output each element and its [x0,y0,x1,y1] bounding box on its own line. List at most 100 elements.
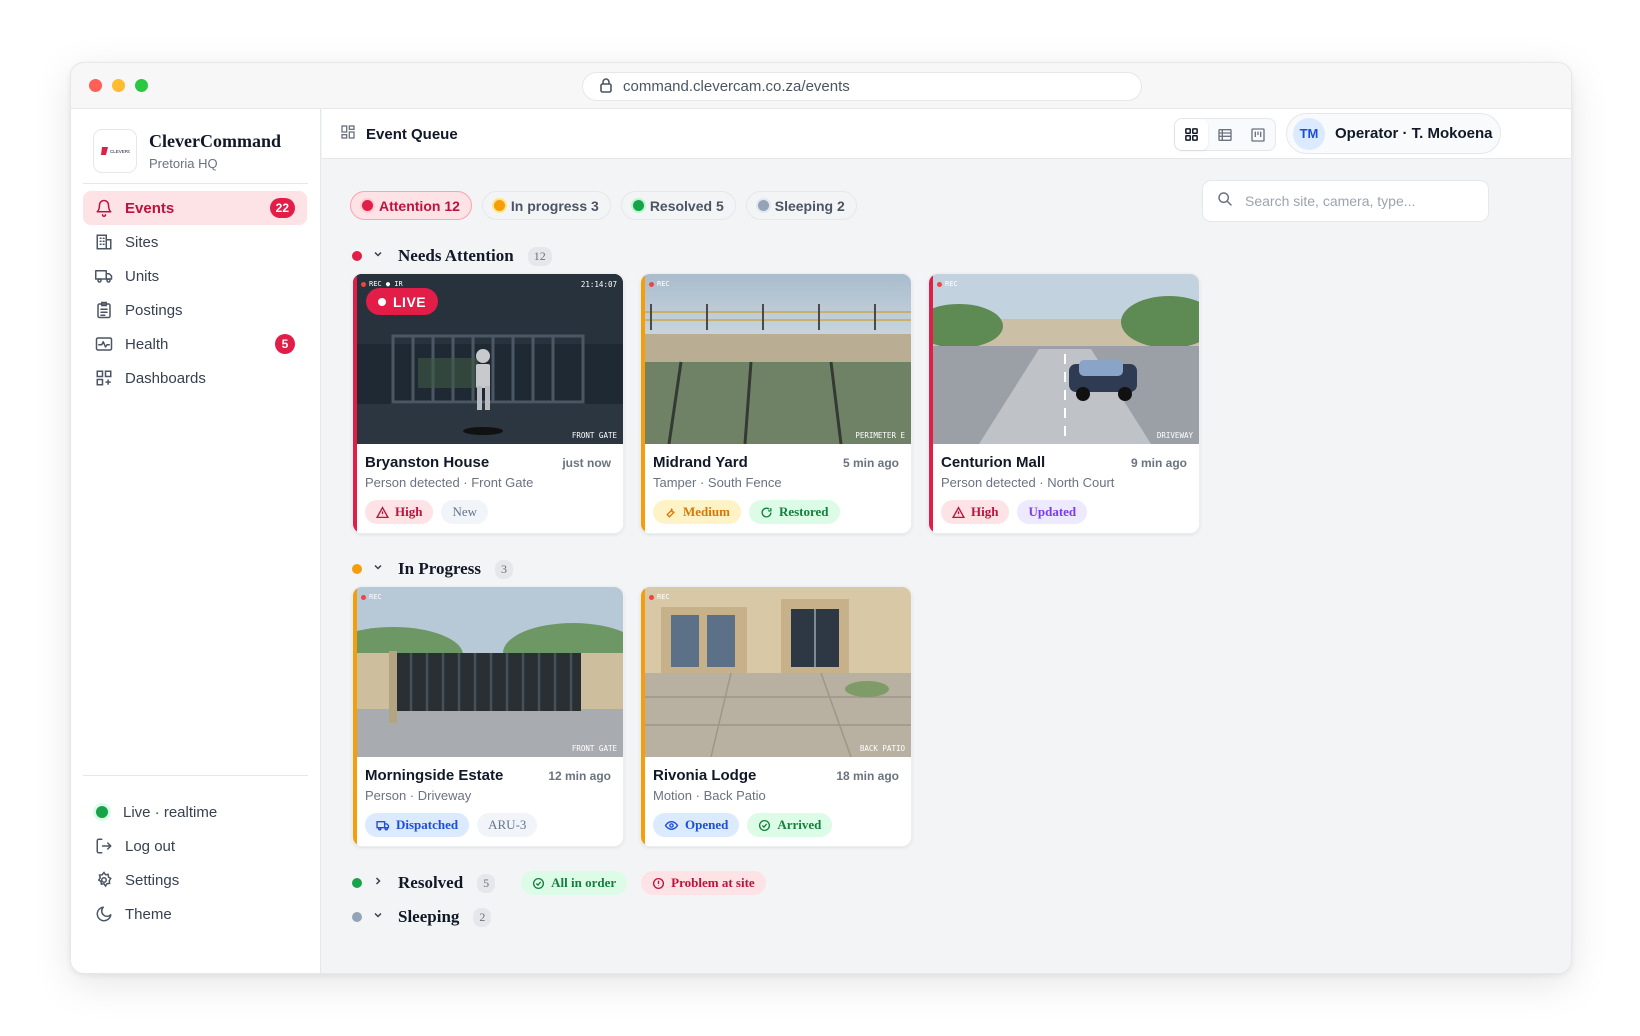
settings-button[interactable]: Settings [83,863,307,897]
main-content: Event Queue TM Operator · T. Mokoena Att… [322,109,1571,973]
filter-chips: Attention 12 In progress 3 Resolved 5 Sl… [350,191,857,220]
page-title: Event Queue [340,124,458,144]
table-icon [1218,128,1232,141]
section-count: 5 [477,873,496,893]
section-status-dot [352,912,362,922]
priority-tag-medium: Medium [653,500,741,524]
sidebar-item-events[interactable]: Events 22 [83,191,307,225]
section-status-dot [352,251,362,261]
event-time: 9 min ago [1130,456,1187,470]
sidebar-item-label: Dashboards [125,369,206,387]
card-accent-bar [353,587,357,846]
chevron-down-icon [372,247,384,265]
section-header-in-progress[interactable]: In Progress 3 [352,559,513,579]
live-status-label: Live · realtime [123,803,218,821]
filter-label: Sleeping 2 [774,197,845,214]
event-time: 5 min ago [842,456,899,470]
board-view-button[interactable] [1242,119,1275,150]
rec-indicator: REC [649,593,670,601]
status-dot-icon [93,803,111,821]
event-card[interactable]: REC FRONT GATE Morningside Estate 12 min… [352,586,624,847]
refresh-icon [761,507,772,518]
gear-icon [95,871,113,889]
sidebar-bottom-nav: Live · realtime Log out Settings Theme [83,795,307,931]
event-card[interactable]: REC ● IR 21:14:07 LIVE FRONT GATE Bryans… [352,273,624,534]
status-tag-updated: Updated [1017,500,1088,524]
camera-label: DRIVEWAY [1156,431,1193,440]
event-time: just now [562,456,611,470]
health-alert-badge: 5 [275,334,295,354]
status-dot [362,200,373,211]
warning-icon [952,505,965,518]
section-header-attention[interactable]: Needs Attention 12 [352,246,552,266]
settings-label: Settings [125,871,180,889]
logout-button[interactable]: Log out [83,829,307,863]
filter-resolved[interactable]: Resolved 5 [620,191,736,220]
brand-name: CleverCommand [149,131,281,151]
warning-icon [376,505,389,518]
address-bar[interactable]: command.clevercam.co.za/events [582,72,1142,101]
sidebar-item-label: Units [125,267,160,285]
building-icon [95,233,113,251]
event-card[interactable]: REC DRIVEWAY Centurion Mall 9 min ago Pe… [928,273,1200,534]
truck-icon [376,820,390,831]
resolved-filter-problem[interactable]: Problem at site [641,871,766,895]
clipboard-icon [95,301,113,319]
logout-icon [95,837,113,855]
status-tag-dispatched: Dispatched [365,813,470,837]
svg-text:CLEVERCAM: CLEVERCAM [110,149,130,154]
dashboard-icon [95,369,113,387]
search-box [1202,180,1489,222]
close-window-button[interactable] [89,79,102,92]
live-badge[interactable]: LIVE [366,288,439,315]
sidebar-item-postings[interactable]: Postings [83,293,307,327]
maximize-window-button[interactable] [135,79,148,92]
section-status-dot [352,878,362,888]
event-card[interactable]: REC BACK PATIO Rivonia Lodge 18 min ago … [640,586,912,847]
grid-view-button[interactable] [1175,119,1209,150]
event-description: Person detected · Front Gate [365,475,534,490]
resolved-filter-all-in-order[interactable]: All in order [521,871,628,895]
title-bar: command.clevercam.co.za/events [71,63,1571,109]
theme-button[interactable]: Theme [83,897,307,931]
sidebar-item-dashboards[interactable]: Dashboards [83,361,307,395]
status-dot [493,200,505,211]
rec-indicator: REC [649,280,670,288]
camera-timestamp: 21:14:07 [580,280,617,289]
search-icon [1217,191,1233,212]
sidebar-item-label: Health [125,335,169,353]
user-menu[interactable]: TM Operator · T. Mokoena [1286,113,1501,154]
sidebar-item-health[interactable]: Health 5 [83,327,307,361]
event-card[interactable]: REC PERIMETER E Midrand Yard 5 min ago T… [640,273,912,534]
sidebar-divider [83,775,308,776]
section-header-sleeping[interactable]: Sleeping 2 [352,907,492,927]
sidebar-item-units[interactable]: Units [83,259,307,293]
moon-icon [95,905,113,923]
chevron-right-icon [372,874,384,892]
brand-logo: CLEVERCAM [93,129,137,173]
camera-snapshot: REC FRONT GATE [353,587,623,757]
sidebar-item-sites[interactable]: Sites [83,225,307,259]
section-title: Needs Attention [398,246,514,265]
search-input[interactable] [1245,193,1465,209]
section-status-dot [352,564,362,574]
pulse-icon [95,335,113,353]
url-text: command.clevercam.co.za/events [623,78,850,95]
filter-sleeping[interactable]: Sleeping 2 [745,191,857,220]
theme-label: Theme [125,905,172,923]
live-status-indicator: Live · realtime [83,795,307,829]
card-accent-bar [641,587,645,846]
filter-attention[interactable]: Attention 12 [350,191,472,220]
filter-label: In progress 3 [510,197,599,214]
list-view-button[interactable] [1208,119,1241,150]
filter-in-progress[interactable]: In progress 3 [481,191,611,220]
section-header-resolved[interactable]: Resolved 5 All in order Problem at site [352,871,766,895]
user-name: Operator · T. Mokoena [1335,125,1493,142]
event-description: Person · Driveway [365,788,472,803]
camera-snapshot: REC BACK PATIO [641,587,911,757]
camera-snapshot: REC PERIMETER E [641,274,911,444]
status-tag-arrived: Arrived [747,813,833,837]
minimize-window-button[interactable] [112,79,125,92]
card-accent-bar [353,274,357,533]
camera-label: FRONT GATE [571,431,617,440]
